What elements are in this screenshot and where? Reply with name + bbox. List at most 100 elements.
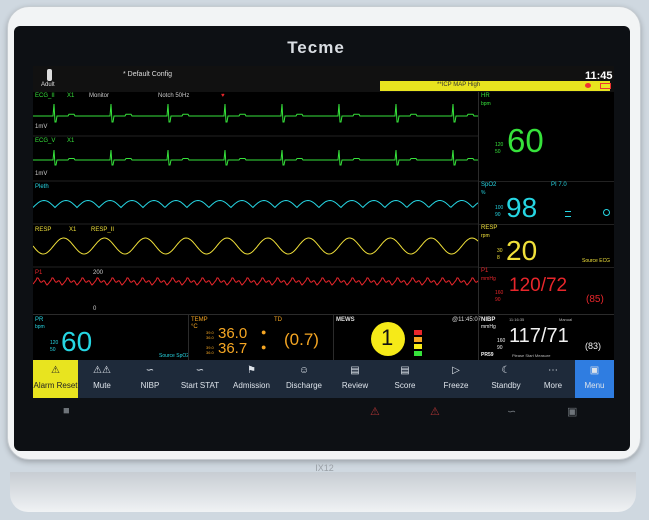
review-icon: ▤ (350, 365, 360, 376)
spo2-unit: % (481, 190, 486, 196)
mews-score: 1 (381, 325, 394, 350)
menu-button[interactable]: ▣ Menu (575, 360, 614, 398)
p1-value: 120/72 (509, 275, 568, 296)
more-button[interactable]: ⋯ More (531, 360, 575, 398)
hr-unit: bpm (481, 101, 491, 107)
mews-level-red (414, 330, 422, 335)
pr-source: Source SpO2 (159, 353, 190, 359)
mews-panel[interactable]: MEWS @11:45:07 1 (333, 314, 482, 361)
freeze-icon: ▷ (452, 365, 460, 376)
more-icon: ⋯ (548, 365, 558, 376)
spo2-value: 98 (506, 192, 538, 223)
spo2-status-icon (603, 209, 610, 216)
resp-panel[interactable]: RESP rpm 30 8 20 Source ECG (479, 224, 614, 268)
temp-label: TEMP (191, 317, 208, 323)
resp-value: 20 (506, 235, 538, 266)
discharge-button[interactable]: ☺ Discharge (277, 360, 331, 398)
resp-source: Source ECG (582, 258, 611, 264)
hr-limit-low: 50 (495, 149, 501, 155)
mute-key-icon[interactable]: ⚠ (430, 405, 440, 418)
perfusion-bar-icon (565, 211, 571, 217)
mews-level-green (414, 351, 422, 356)
waveform-area (33, 103, 478, 286)
admission-icon: ⚑ (247, 365, 256, 376)
temp-unit: °C (191, 324, 198, 330)
freeze-button[interactable]: ▷ Freeze (431, 360, 481, 398)
spo2-limit-high: 100 (495, 205, 504, 211)
lock-key-icon[interactable]: ■ (63, 405, 70, 417)
admission-button[interactable]: ⚑ Admission (226, 360, 277, 398)
pr-unit: bpm (35, 324, 45, 330)
pr-limit-high: 120 (50, 340, 59, 346)
spo2-label: SpO2 (481, 182, 497, 188)
nibp-button[interactable]: ∽ NIBP (126, 360, 174, 398)
p1-limit-low: 90 (495, 297, 501, 303)
spo2-limit-low: 90 (495, 212, 501, 218)
review-button[interactable]: ▤ Review (331, 360, 379, 398)
stat-icon: ∽ (195, 365, 205, 376)
td-label: TD (274, 317, 282, 323)
alarm-bar[interactable] (380, 81, 610, 91)
monitor-screen: Adult * Default Config **ICP MAP High 11… (33, 66, 614, 398)
standby-button[interactable]: ☾ Standby (481, 360, 531, 398)
mews-time: @11:45:07 (452, 317, 482, 323)
p1-limit-high: 160 (495, 290, 504, 296)
temp-panel[interactable]: TEMP °C 39.0 36.0 36.0 39.0 36.0 36.7 ● … (188, 314, 334, 361)
nibp-mean: (83) (585, 341, 602, 351)
nibp-limit-low: 90 (497, 345, 503, 351)
menu-key-icon[interactable]: ▣ (567, 405, 577, 418)
patient-icon (47, 69, 52, 81)
td-value: (0.7) (284, 330, 319, 349)
menu-icon: ▣ (589, 365, 600, 376)
alarm-reset-button[interactable]: ⚠ Alarm Reset (33, 360, 78, 398)
resp-unit: rpm (481, 233, 490, 239)
t2-value: 36.7 (218, 340, 248, 357)
alarm-reset-icon: ⚠ (51, 365, 60, 376)
p1-panel[interactable]: P1 mmHg 160 90 120/72 (85) (479, 267, 614, 314)
clock: 11:45 (585, 70, 613, 82)
monitor-base (10, 472, 636, 512)
pr-panel[interactable]: PR bpm 120 50 60 Source SpO2 (33, 314, 190, 361)
discharge-icon: ☺ (298, 365, 310, 376)
ecgv-waveform (33, 149, 478, 166)
nibp-limit-high: 160 (497, 338, 506, 344)
mews-level-yellow (414, 344, 422, 349)
resp-limit-low: 8 (497, 255, 500, 261)
mute-button[interactable]: ⚠⚠ Mute (78, 360, 126, 398)
pleth-waveform (33, 199, 478, 209)
resp-param-label: RESP (481, 225, 498, 231)
nibp-key-icon[interactable]: ∽ (507, 405, 516, 418)
mute-icon: ⚠⚠ (93, 365, 111, 376)
start-stat-button[interactable]: ∽ Start STAT (174, 360, 226, 398)
ecg2-waveform (33, 103, 478, 123)
nibp-panel[interactable]: NIBP mmHg 11:16:35 Manual 160 90 117/71 … (478, 314, 614, 361)
standby-icon: ☾ (501, 365, 511, 376)
nibp-time: 11:16:35 (509, 317, 525, 322)
nibp-status: Please Start Measure (512, 353, 551, 358)
model-label: IX12 (315, 463, 334, 473)
spo2-panel[interactable]: SpO2 % PI 7.0 100 90 98 (479, 181, 614, 225)
mews-label: MEWS (336, 317, 355, 323)
hr-value: 60 (507, 122, 544, 159)
p1-label: P1 (481, 268, 489, 274)
hr-panel[interactable]: HR bpm 120 50 60 (479, 92, 614, 182)
resp-limit-high: 30 (497, 248, 503, 254)
network-icon (585, 83, 591, 88)
spo2-pi: PI 7.0 (551, 182, 567, 188)
alarm-reset-key-icon[interactable]: ⚠ (370, 405, 380, 418)
status-bar: Adult * Default Config **ICP MAP High 11… (33, 66, 614, 92)
nibp-mode: Manual (559, 317, 573, 322)
t1-limit-low: 36.0 (206, 335, 214, 340)
score-button[interactable]: ▤ Score (379, 360, 431, 398)
resp-waveform (33, 237, 478, 255)
battery-icon (600, 83, 611, 89)
nibp-unit: mmHg (481, 324, 496, 330)
pr-label: PR (35, 317, 44, 323)
nibp-pr: PR59 (481, 352, 494, 358)
mews-level-orange (414, 337, 422, 342)
config-name[interactable]: * Default Config (123, 71, 172, 78)
nibp-label: NIBP (481, 317, 496, 323)
cuff-icon: ∽ (145, 365, 155, 376)
body-t1-icon: ● (261, 327, 267, 337)
brand-logo: Tecme (287, 38, 345, 57)
